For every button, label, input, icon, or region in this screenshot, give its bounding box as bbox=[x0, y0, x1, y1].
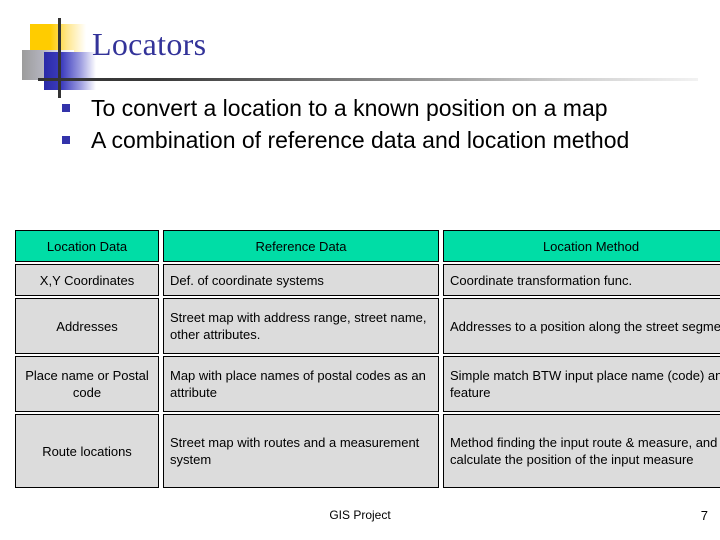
cell-location-data: X,Y Coordinates bbox=[15, 264, 159, 296]
footer-label: GIS Project bbox=[329, 508, 391, 522]
decoration-vertical-rule bbox=[58, 18, 61, 98]
list-item: To convert a location to a known positio… bbox=[62, 93, 702, 124]
slide-footer: GIS Project 7 bbox=[0, 508, 720, 528]
column-header-reference-data: Reference Data bbox=[163, 230, 439, 262]
bullet-text: To convert a location to a known positio… bbox=[91, 95, 608, 121]
cell-location-method: Coordinate transformation func. bbox=[443, 264, 720, 296]
table-row: Route locations Street map with routes a… bbox=[15, 414, 720, 488]
decoration-blue-square bbox=[44, 52, 96, 90]
table-header-row: Location Data Reference Data Location Me… bbox=[15, 230, 720, 262]
bullet-list: To convert a location to a known positio… bbox=[62, 93, 702, 157]
table-row: X,Y Coordinates Def. of coordinate syste… bbox=[15, 264, 720, 296]
cell-location-data: Addresses bbox=[15, 298, 159, 354]
cell-location-data: Place name or Postal code bbox=[15, 356, 159, 412]
square-bullet-icon bbox=[62, 104, 70, 112]
slide-title-area: Locators bbox=[0, 0, 720, 98]
slide-number: 7 bbox=[700, 508, 708, 523]
list-item: A combination of reference data and loca… bbox=[62, 125, 702, 156]
square-bullet-icon bbox=[62, 136, 70, 144]
cell-reference-data: Def. of coordinate systems bbox=[163, 264, 439, 296]
table-body: X,Y Coordinates Def. of coordinate syste… bbox=[15, 264, 720, 488]
table-header: Location Data Reference Data Location Me… bbox=[15, 230, 720, 262]
page-title: Locators bbox=[92, 26, 207, 62]
column-header-location-data: Location Data bbox=[15, 230, 159, 262]
table-row: Place name or Postal code Map with place… bbox=[15, 356, 720, 412]
column-header-location-method: Location Method bbox=[443, 230, 720, 262]
cell-reference-data: Map with place names of postal codes as … bbox=[163, 356, 439, 412]
cell-reference-data: Street map with routes and a measurement… bbox=[163, 414, 439, 488]
cell-reference-data: Street map with address range, street na… bbox=[163, 298, 439, 354]
cell-location-data: Route locations bbox=[15, 414, 159, 488]
cell-location-method: Addresses to a position along the street… bbox=[443, 298, 720, 354]
bullet-text: A combination of reference data and loca… bbox=[91, 127, 630, 153]
title-underline-rule bbox=[38, 78, 698, 81]
locator-table: Location Data Reference Data Location Me… bbox=[11, 228, 720, 490]
table-row: Addresses Street map with address range,… bbox=[15, 298, 720, 354]
cell-location-method: Method finding the input route & measure… bbox=[443, 414, 720, 488]
cell-location-method: Simple match BTW input place name (code)… bbox=[443, 356, 720, 412]
